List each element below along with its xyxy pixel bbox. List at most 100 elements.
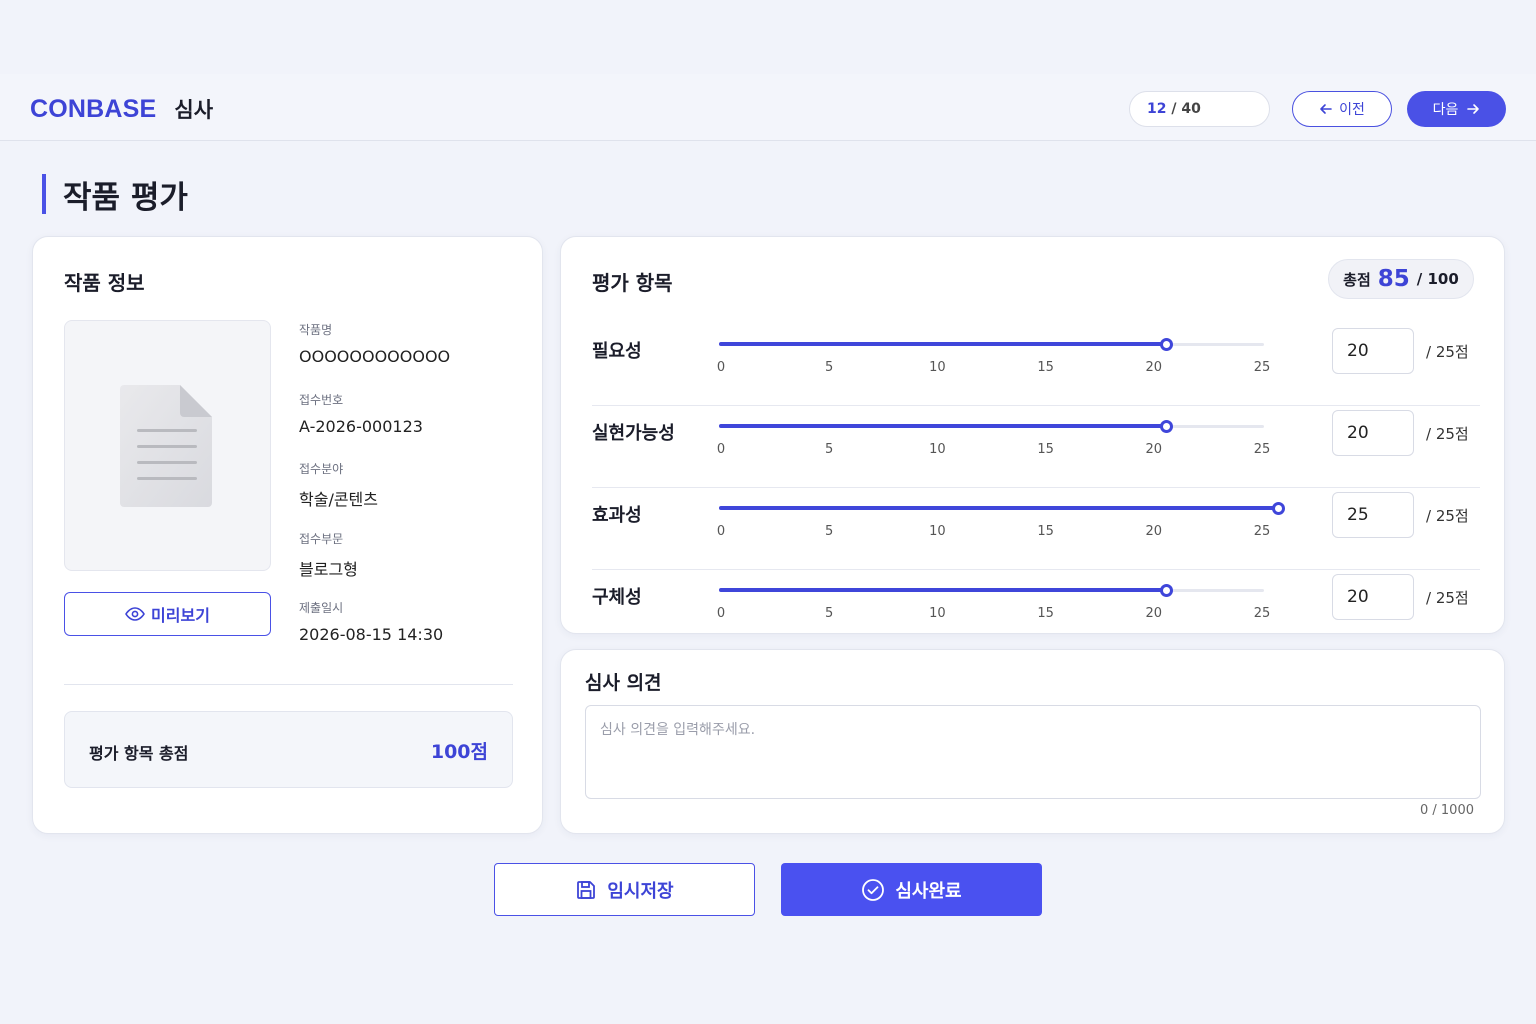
arrow-left-icon — [1320, 104, 1332, 114]
page-title-wrap: 작품 평가 — [42, 174, 188, 216]
top-bar: CONBASE 심사 12 / 40 이전 다음 — [0, 74, 1536, 141]
work-info-title: 작품 정보 — [64, 271, 145, 295]
score-max: / 25점 — [1426, 507, 1469, 525]
prev-button-label: 이전 — [1339, 102, 1365, 118]
total-score-pill-label: 총점 — [1343, 270, 1371, 289]
eval-row-label: 실현가능성 — [592, 423, 675, 444]
eye-icon — [125, 607, 145, 621]
info-value: 학술/콘텐츠 — [299, 490, 378, 509]
document-icon — [119, 384, 212, 507]
score-input[interactable]: 20 — [1332, 574, 1414, 620]
counter-total: / 40 — [1166, 101, 1201, 117]
score-max: / 25점 — [1426, 589, 1469, 607]
slider-tick-label: 25 — [1253, 442, 1271, 457]
slider-tick-label: 20 — [1145, 524, 1163, 539]
slider-tick-label: 25 — [1253, 360, 1271, 375]
slider-fill — [719, 342, 1167, 346]
slider-tick-label: 15 — [1037, 606, 1054, 621]
brand: CONBASE 심사 — [30, 94, 213, 124]
score-max: / 25점 — [1426, 343, 1469, 361]
slider-tick-label: 15 — [1037, 442, 1054, 457]
work-info-card: 작품 정보 미리보기 작품명 OOOOOOOOOOOO 접수번호 A-2026-… — [32, 236, 543, 834]
complete-review-label: 심사완료 — [895, 880, 962, 902]
opinion-textarea[interactable]: 심사 의견을 입력해주세요. — [585, 705, 1481, 799]
counter-current: 12 — [1147, 101, 1167, 117]
slider-fill — [719, 424, 1167, 428]
score-slider[interactable]: 0 5 10 15 20 25 — [716, 324, 1279, 384]
check-circle-icon — [862, 878, 885, 901]
work-info-list: 작품명 OOOOOOOOOOOO 접수번호 A-2026-000123 접수분야… — [299, 321, 529, 669]
eval-row: 필요성 0 5 10 15 20 25 20 / 25점 — [592, 324, 1480, 406]
info-label: 접수부문 — [299, 531, 344, 546]
opinion-title: 심사 의견 — [585, 672, 662, 694]
slider-tick-label: 20 — [1145, 606, 1163, 621]
total-score-label: 평가 항목 총점 — [89, 744, 189, 763]
slider-tick-label: 5 — [825, 442, 834, 457]
next-button[interactable]: 다음 — [1407, 91, 1506, 127]
info-value: OOOOOOOOOOOO — [299, 347, 451, 366]
slider-handle[interactable] — [1272, 502, 1285, 515]
temp-save-label: 임시저장 — [607, 880, 674, 902]
slider-tick-label: 20 — [1145, 360, 1163, 375]
score-input[interactable]: 25 — [1332, 492, 1414, 538]
evaluation-card: 평가 항목 총점 85 / 100 필요성 0 5 10 15 20 25 20 / 25… — [560, 236, 1505, 634]
slider-tick-label: 0 — [716, 606, 726, 621]
slider-tick-label: 25 — [1253, 606, 1271, 621]
eval-row-label: 필요성 — [592, 341, 642, 362]
slider-tick-label: 20 — [1145, 442, 1163, 457]
slider-tick-label: 5 — [825, 360, 834, 375]
eval-row: 구체성 0 5 10 15 20 25 20 / 25점 — [592, 570, 1480, 652]
total-score-box: 평가 항목 총점 100점 — [64, 711, 513, 788]
brand-logo[interactable]: CONBASE — [30, 95, 156, 124]
slider-tick-label: 15 — [1037, 524, 1054, 539]
slider-handle[interactable] — [1160, 584, 1174, 597]
info-item-submitted-at: 제출일시 2026-08-15 14:30 — [299, 599, 529, 669]
eval-row-label: 효과성 — [592, 505, 642, 526]
slider-tick-label: 10 — [929, 524, 946, 539]
score-slider[interactable]: 0 5 10 15 20 25 — [717, 406, 1279, 466]
slider-fill — [719, 588, 1167, 592]
slider-tick-label: 25 — [1253, 524, 1271, 539]
eval-row: 효과성 0 5 10 15 20 25 25 / 25점 — [592, 488, 1480, 570]
info-label: 작품명 — [299, 323, 333, 337]
info-item-receipt-number: 접수번호 A-2026-000123 — [299, 391, 529, 461]
total-score-value: 100점 — [430, 741, 488, 763]
preview-button[interactable]: 미리보기 — [64, 592, 271, 636]
preview-button-label: 미리보기 — [151, 606, 210, 625]
evaluation-title: 평가 항목 — [592, 271, 673, 295]
total-score-pill-max: / 100 — [1416, 270, 1459, 288]
total-score-pill-value: 85 — [1377, 266, 1410, 292]
score-max: / 25점 — [1426, 425, 1469, 443]
save-icon — [577, 880, 596, 899]
eval-row: 실현가능성 0 5 10 15 20 25 20 / 25점 — [592, 406, 1480, 488]
info-item-title: 작품명 OOOOOOOOOOOO — [299, 321, 529, 391]
progress-counter: 12 / 40 — [1129, 91, 1270, 127]
info-item-division: 접수부문 블로그형 — [299, 530, 529, 600]
document-thumbnail — [64, 320, 271, 571]
eval-row-label: 구체성 — [592, 587, 642, 608]
slider-tick-label: 5 — [825, 524, 834, 539]
info-value: 2026-08-15 14:30 — [299, 625, 444, 644]
divider — [64, 684, 513, 685]
score-input[interactable]: 20 — [1332, 328, 1414, 374]
info-item-field: 접수분야 학술/콘텐츠 — [299, 460, 529, 530]
temp-save-button[interactable]: 임시저장 — [494, 863, 755, 916]
slider-tick-label: 10 — [929, 442, 946, 457]
slider-handle[interactable] — [1160, 338, 1174, 351]
slider-tick-label: 0 — [716, 360, 726, 375]
score-input[interactable]: 20 — [1332, 410, 1414, 456]
score-slider[interactable]: 0 5 10 15 20 25 — [716, 488, 1285, 548]
slider-tick-label: 0 — [716, 524, 726, 539]
score-slider[interactable]: 0 5 10 15 20 25 — [716, 570, 1279, 630]
info-value: 블로그형 — [299, 559, 358, 579]
title-accent-bar — [42, 174, 46, 214]
slider-tick-label: 15 — [1037, 360, 1054, 375]
section-title: 심사 — [174, 98, 214, 122]
slider-tick-label: 10 — [929, 360, 946, 375]
slider-handle[interactable] — [1160, 420, 1174, 433]
info-label: 접수번호 — [299, 392, 344, 407]
info-value: A-2026-000123 — [299, 416, 423, 436]
opinion-char-count: 0 / 1000 — [1420, 803, 1474, 818]
complete-review-button[interactable]: 심사완료 — [781, 863, 1042, 916]
prev-button[interactable]: 이전 — [1292, 91, 1392, 127]
